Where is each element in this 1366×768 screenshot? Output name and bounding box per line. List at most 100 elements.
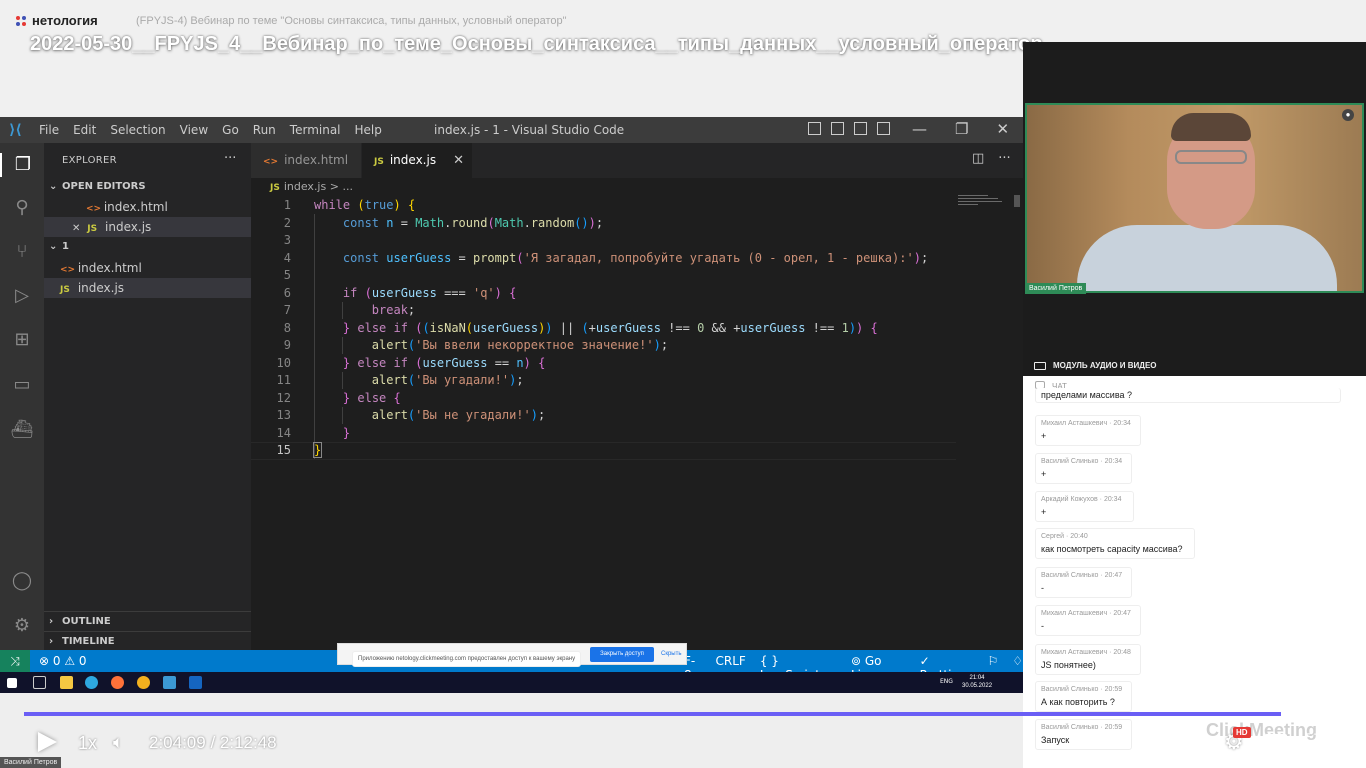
- html-file-icon: <>: [60, 265, 76, 275]
- remote-explorer-icon[interactable]: ▭: [10, 373, 34, 397]
- chat-time: 20:34: [1103, 496, 1122, 503]
- menu-file[interactable]: File: [39, 123, 59, 137]
- customize-layout-icon[interactable]: [877, 122, 890, 135]
- system-clock[interactable]: 21:04 30.05.2022: [962, 674, 992, 690]
- activity-bar: ❐ ⚲ ⑂ ▷ ⊞ ▭ ⛴ ◯ ⚙: [0, 143, 44, 650]
- chat-time: 20:47: [1113, 610, 1131, 617]
- breadcrumb[interactable]: JS index.js > ...: [270, 180, 353, 193]
- language-indicator[interactable]: ENG: [940, 678, 953, 685]
- extensions-icon[interactable]: ⊞: [10, 328, 34, 352]
- chat-message-text: как посмотреть capacity массива?: [1041, 544, 1183, 554]
- playback-speed-button[interactable]: 1x: [78, 733, 97, 754]
- open-editors-section[interactable]: ⌄ OPEN EDITORS: [44, 177, 251, 197]
- outline-label: OUTLINE: [62, 616, 111, 627]
- play-button[interactable]: [38, 732, 57, 752]
- chrome-icon[interactable]: [137, 676, 150, 689]
- stop-sharing-button[interactable]: Закрыть доступ: [590, 647, 654, 662]
- code-editor[interactable]: 1 while (true) { 2 const n = Math.round(M…: [251, 197, 956, 497]
- search-icon[interactable]: ⚲: [10, 196, 34, 220]
- menu-edit[interactable]: Edit: [73, 123, 96, 137]
- close-icon[interactable]: ✕: [996, 120, 1009, 138]
- problems-indicator[interactable]: ⊗ 0 ⚠ 0: [39, 654, 87, 668]
- accounts-icon[interactable]: ◯: [10, 569, 34, 593]
- restore-icon[interactable]: ❐: [955, 120, 968, 138]
- file-tree-item[interactable]: JS index.js: [44, 278, 251, 298]
- edge-icon[interactable]: [85, 676, 98, 689]
- toggle-secondary-sidebar-icon[interactable]: [854, 122, 867, 135]
- menu-selection[interactable]: Selection: [110, 123, 165, 137]
- chat-message: Михаил Асташкевич · 20:34 +: [1035, 415, 1141, 446]
- code-string: 'q': [472, 285, 495, 300]
- html-file-icon: <>: [86, 204, 102, 214]
- source-control-icon[interactable]: ⑂: [10, 240, 34, 264]
- video-progress-bar[interactable]: [24, 712, 1342, 716]
- app-taskbar-icon[interactable]: [189, 676, 202, 689]
- volume-icon[interactable]: 🔈︎: [113, 732, 124, 753]
- chevron-right-icon: ›: [49, 616, 54, 627]
- windows-start-icon[interactable]: [7, 678, 17, 688]
- chat-message: Михаил Асташкевич · 20:47 -: [1035, 605, 1141, 636]
- toggle-panel-icon[interactable]: [831, 122, 844, 135]
- editor-scrollbar[interactable]: [1014, 195, 1020, 207]
- line-code: if (userGuess === 'q') {: [342, 285, 517, 300]
- minimap[interactable]: [958, 195, 1013, 215]
- video-title: 2022-05-30__FPYJS_4__Вебинар_по_теме_Осн…: [30, 33, 1043, 55]
- hide-banner-link[interactable]: Скрыть: [661, 651, 681, 657]
- fullscreen-icon[interactable]: ⛶: [1305, 731, 1319, 754]
- code-line: 2 const n = Math.round(Math.random());: [251, 215, 956, 233]
- code-line: 6 if (userGuess === 'q') {: [251, 285, 956, 303]
- file-explorer-icon[interactable]: [60, 676, 73, 689]
- menu-run[interactable]: Run: [253, 123, 276, 137]
- av-module-header[interactable]: МОДУЛЬ АУДИО И ВИДЕО: [1023, 356, 1366, 376]
- tab-label: index.js: [389, 153, 437, 167]
- more-actions-icon[interactable]: ···: [998, 151, 1010, 166]
- line-number: 5: [283, 268, 291, 282]
- minimize-icon[interactable]: —: [912, 120, 927, 138]
- breadcrumb-file: index.js: [283, 180, 327, 193]
- file-tree-item[interactable]: <> index.html: [44, 258, 251, 278]
- js-file-icon: JS: [374, 157, 384, 167]
- share-message: Приложению netology.clickmeeting.com пре…: [352, 651, 582, 667]
- run-debug-icon[interactable]: ▷: [10, 284, 34, 308]
- open-editor-item[interactable]: ✕ JS index.js: [44, 217, 251, 237]
- explorer-icon[interactable]: ❐: [0, 153, 44, 177]
- microphone-icon: ●: [1342, 109, 1354, 121]
- timeline-section[interactable]: › TIMELINE: [44, 631, 251, 651]
- vscode-taskbar-icon[interactable]: [163, 676, 176, 689]
- menu-view[interactable]: View: [180, 123, 208, 137]
- toggle-sidebar-icon[interactable]: [808, 122, 821, 135]
- camera-icon: [1034, 362, 1046, 370]
- picture-in-picture-icon[interactable]: [1265, 734, 1287, 750]
- menu-terminal[interactable]: Terminal: [290, 123, 341, 137]
- line-code: alert('Вы не угадали!');: [371, 408, 546, 422]
- remote-icon[interactable]: ⤨: [0, 650, 30, 672]
- manage-gear-icon[interactable]: ⚙: [10, 614, 34, 638]
- tab-index-js[interactable]: JS index.js ✕: [362, 143, 472, 178]
- code-line: 15}: [251, 442, 956, 460]
- explorer-title: EXPLORER: [62, 155, 117, 166]
- close-icon[interactable]: ✕: [72, 223, 80, 234]
- tab-index-html[interactable]: <> index.html: [251, 143, 361, 178]
- outline-section[interactable]: › OUTLINE: [44, 611, 251, 631]
- chevron-down-icon: ⌄: [49, 241, 58, 252]
- task-view-icon[interactable]: [33, 676, 46, 689]
- close-tab-icon[interactable]: ✕: [453, 143, 464, 178]
- presenter-tag: Василий Петров: [0, 757, 62, 768]
- split-editor-icon[interactable]: ◫: [972, 151, 984, 166]
- vscode-logo-icon: ⟩⟨: [9, 122, 22, 138]
- chat-author: Аркадий Кожухов: [1041, 496, 1098, 503]
- firefox-icon[interactable]: [111, 676, 124, 689]
- editor-actions: ◫ ···: [972, 151, 1011, 166]
- chat-message: Василий Слинько · 20:34 +: [1035, 453, 1132, 484]
- docker-icon[interactable]: ⛴: [10, 418, 34, 442]
- line-code: } else if ((isNaN(userGuess)) || (+userG…: [342, 320, 878, 335]
- netology-logo[interactable]: нетология: [16, 13, 98, 28]
- line-number: 7: [283, 303, 291, 317]
- more-actions-icon[interactable]: ···: [224, 151, 236, 166]
- clock-time: 21:04: [969, 675, 985, 681]
- menu-help[interactable]: Help: [355, 123, 382, 137]
- open-editor-item[interactable]: <> index.html: [44, 197, 251, 217]
- menu-go[interactable]: Go: [222, 123, 239, 137]
- folder-section[interactable]: ⌄ 1: [44, 237, 251, 257]
- line-number: 12: [276, 390, 291, 405]
